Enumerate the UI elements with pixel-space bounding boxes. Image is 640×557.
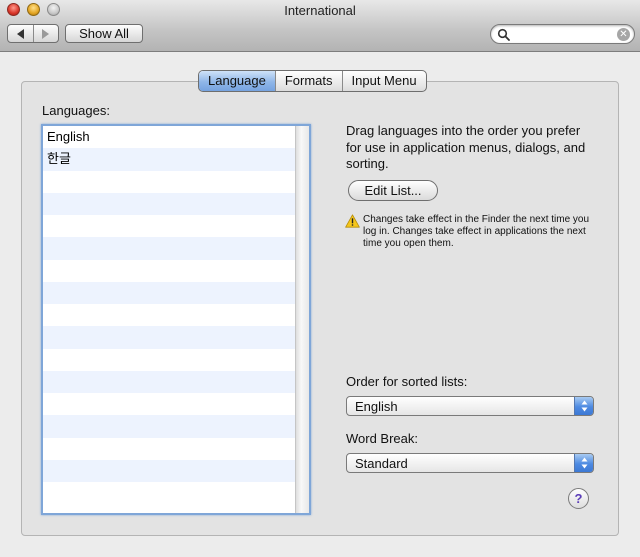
help-button[interactable]: ? — [568, 488, 589, 509]
sorted-lists-label: Order for sorted lists: — [346, 374, 468, 389]
navigation-buttons — [7, 24, 59, 43]
empty-row — [43, 459, 295, 482]
empty-row — [43, 281, 295, 304]
window-title: International — [284, 3, 356, 18]
empty-row — [43, 171, 295, 193]
languages-rows: English 한글 — [43, 126, 295, 513]
warning-icon — [345, 214, 360, 228]
word-break-popup[interactable]: Standard — [346, 453, 594, 473]
empty-row — [43, 393, 295, 415]
tab-input-menu[interactable]: Input Menu — [341, 71, 426, 91]
sorted-lists-value: English — [355, 399, 398, 414]
sorted-lists-popup[interactable]: English — [346, 396, 594, 416]
window-toolbar: International Show All ✕ — [0, 0, 640, 52]
empty-row — [43, 192, 295, 215]
forward-button[interactable] — [32, 25, 59, 42]
empty-row — [43, 415, 295, 438]
tab-formats[interactable]: Formats — [274, 71, 342, 91]
empty-row — [43, 370, 295, 393]
back-button[interactable] — [8, 25, 33, 42]
languages-label: Languages: — [42, 103, 110, 118]
show-all-button[interactable]: Show All — [65, 24, 143, 43]
clear-search-icon[interactable]: ✕ — [617, 28, 630, 41]
empty-row — [43, 260, 295, 282]
search-icon — [497, 28, 510, 41]
warning-text: Changes take effect in the Finder the ne… — [363, 214, 590, 249]
word-break-label: Word Break: — [346, 431, 419, 446]
list-item[interactable]: 한글 — [43, 148, 295, 171]
back-arrow-icon — [16, 28, 24, 39]
list-item[interactable]: English — [43, 126, 295, 148]
empty-row — [43, 438, 295, 460]
empty-row — [43, 304, 295, 326]
empty-row — [43, 482, 295, 504]
empty-row — [43, 349, 295, 371]
tab-language[interactable]: Language — [199, 71, 275, 91]
edit-list-button[interactable]: Edit List... — [348, 180, 438, 201]
tab-bar: Language Formats Input Menu — [198, 70, 427, 92]
empty-row — [43, 237, 295, 260]
empty-row — [43, 215, 295, 237]
forward-arrow-icon — [42, 28, 50, 39]
updown-arrows-icon — [574, 454, 593, 472]
empty-row — [43, 326, 295, 349]
updown-arrows-icon — [574, 397, 593, 415]
description-text: Drag languages into the order you prefer… — [346, 123, 586, 171]
search-box[interactable]: ✕ — [490, 24, 635, 44]
languages-list[interactable]: English 한글 — [41, 124, 311, 515]
search-input[interactable] — [513, 26, 613, 42]
word-break-value: Standard — [355, 456, 408, 471]
list-scrollbar[interactable] — [295, 126, 309, 513]
